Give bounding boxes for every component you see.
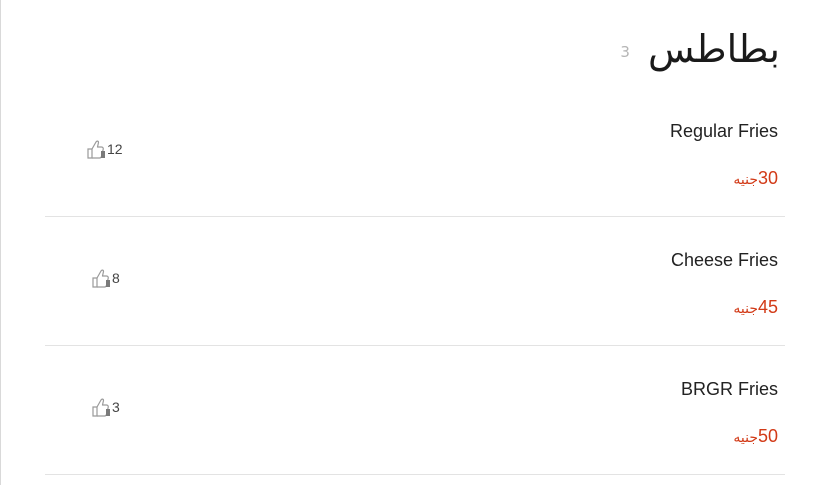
price-value: 30 [757,168,778,188]
menu-item[interactable]: BRGR Fries 50 جنيه 3 [45,346,785,475]
menu-item-name: Cheese Fries [670,250,778,270]
price-currency: جنيه [733,301,758,317]
price-value: 50 [757,426,778,446]
menu-item[interactable]: Regular Fries 30 جنيه 12 [45,88,785,217]
category-item-count: 3 [620,43,630,61]
menu-item-price: 50 جنيه [733,426,778,447]
price-currency: جنيه [733,172,758,188]
menu-item-price: 30 جنيه [733,168,778,189]
category-header: 3 بطاطس [620,24,780,74]
thumbs-up-icon [92,398,110,417]
like-button[interactable]: 8 [91,267,120,289]
menu-item-name: BRGR Fries [680,379,778,399]
category-title: بطاطس [647,27,780,71]
like-count: 3 [112,399,120,415]
thumbs-up-icon [87,140,105,159]
like-count: 8 [112,270,120,286]
menu-category-section: 3 بطاطس Regular Fries 30 جنيه 12 Cheese … [0,0,820,485]
menu-item[interactable]: Cheese Fries 45 جنيه 8 [45,217,785,346]
like-button[interactable]: 3 [91,396,120,418]
menu-item-price: 45 جنيه [733,297,778,318]
like-count: 12 [107,141,123,157]
like-button[interactable]: 12 [86,138,123,160]
thumbs-up-icon [92,269,110,288]
menu-item-name: Regular Fries [669,121,778,141]
menu-item-list: Regular Fries 30 جنيه 12 Cheese Fries 45… [45,88,785,475]
price-value: 45 [757,297,778,317]
price-currency: جنيه [733,430,758,446]
